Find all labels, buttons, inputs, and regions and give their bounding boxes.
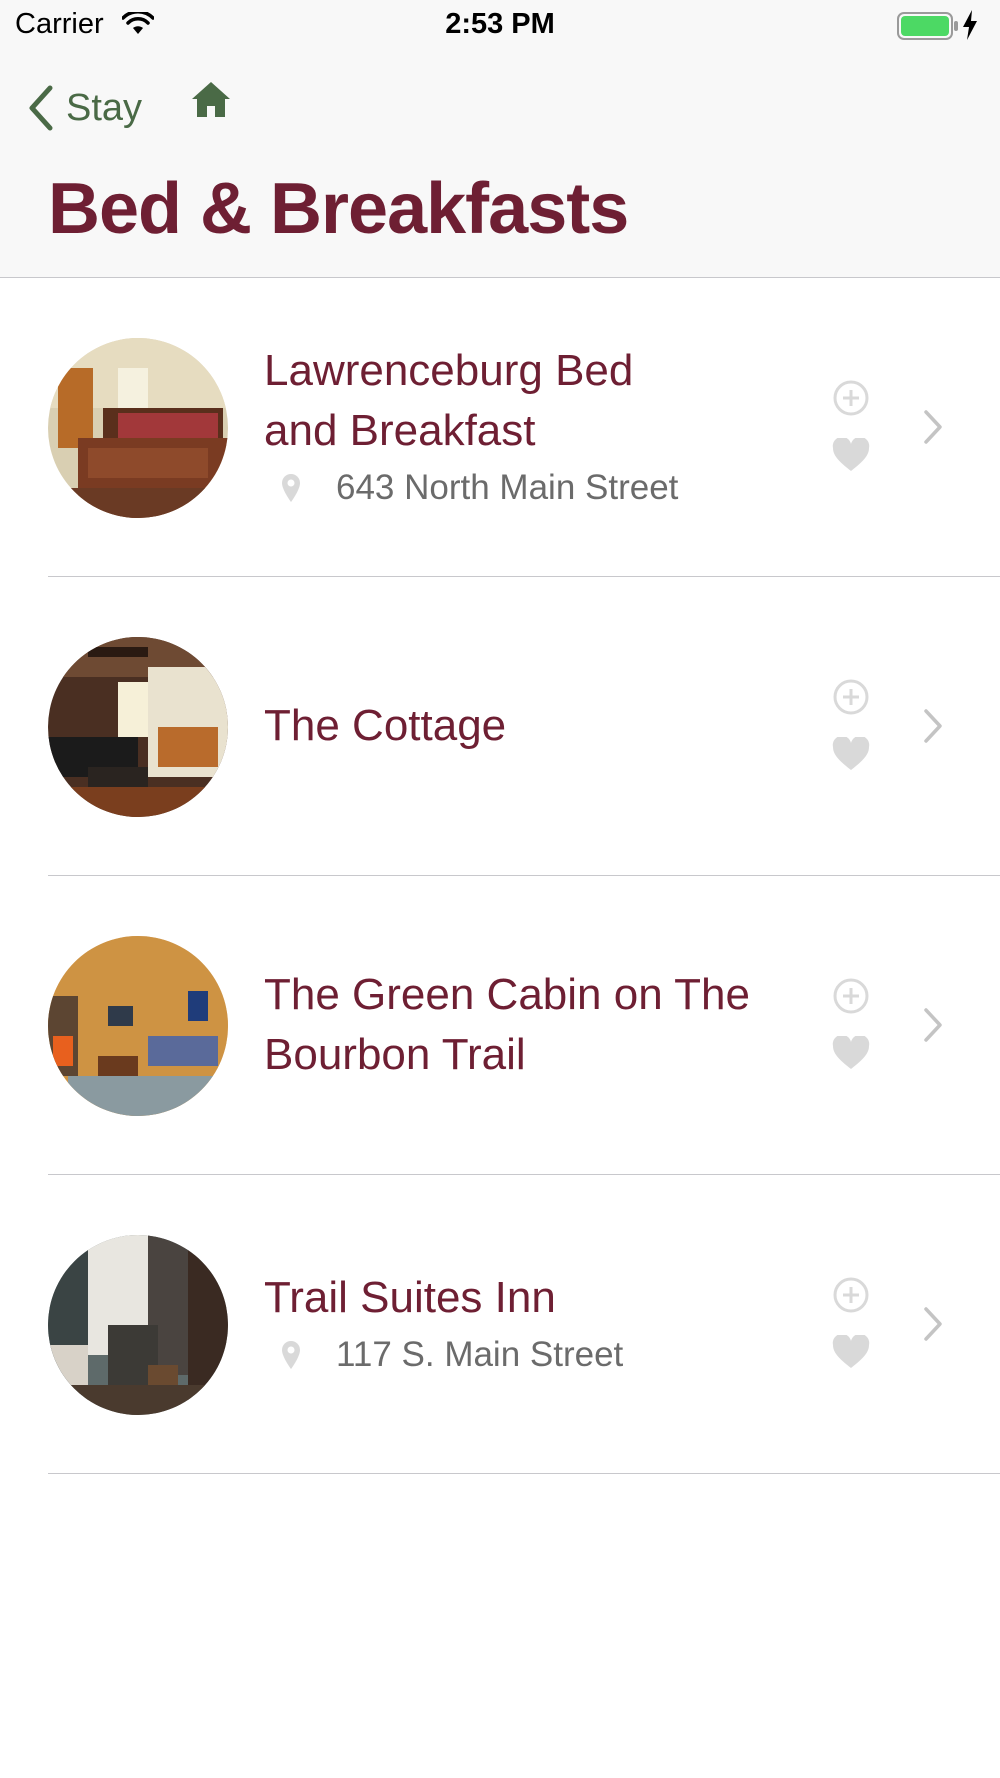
row-actions bbox=[832, 1175, 872, 1473]
location-pin-icon bbox=[282, 474, 300, 502]
listing-info: Lawrenceburg Bed and Breakfast 643 North… bbox=[264, 278, 824, 576]
list-item[interactable]: The Cottage bbox=[48, 577, 1000, 876]
status-bar: Carrier 2:53 PM bbox=[0, 0, 1000, 50]
listing-address: 117 S. Main Street bbox=[264, 1330, 824, 1380]
home-icon bbox=[192, 82, 230, 117]
location-pin-icon bbox=[282, 1341, 300, 1369]
page-title: Bed & Breakfasts bbox=[48, 169, 629, 249]
chevron-right-icon bbox=[924, 1307, 942, 1341]
battery-icon bbox=[897, 12, 959, 45]
navigation-bar: Stay Bed & Breakfasts bbox=[0, 50, 1000, 278]
listing-info: The Cottage bbox=[264, 577, 824, 875]
listing-photo bbox=[48, 936, 228, 1116]
add-circle-icon[interactable] bbox=[832, 379, 870, 417]
listing-info: The Green Cabin on The Bourbon Trail bbox=[264, 876, 824, 1174]
listing-name: The Cottage bbox=[264, 701, 507, 750]
listing-photo bbox=[48, 1235, 228, 1415]
charging-icon bbox=[962, 10, 978, 45]
row-actions bbox=[832, 876, 872, 1174]
chevron-right-icon bbox=[924, 410, 942, 444]
chevron-right-icon bbox=[924, 1008, 942, 1042]
home-button[interactable] bbox=[190, 80, 232, 123]
listing-photo bbox=[48, 637, 228, 817]
list-item[interactable]: Trail Suites Inn 117 S. Main Street bbox=[48, 1175, 1000, 1474]
row-actions bbox=[832, 577, 872, 875]
listing-list: Lawrenceburg Bed and Breakfast 643 North… bbox=[0, 278, 1000, 1474]
listing-info: Trail Suites Inn 117 S. Main Street bbox=[264, 1175, 824, 1473]
address-text: 643 North Main Street bbox=[336, 468, 679, 507]
add-circle-icon[interactable] bbox=[832, 1276, 870, 1314]
chevron-right-icon bbox=[924, 709, 942, 743]
back-button-label: Stay bbox=[66, 86, 143, 129]
back-button[interactable]: Stay bbox=[28, 78, 142, 138]
heart-icon[interactable] bbox=[832, 438, 870, 472]
heart-icon[interactable] bbox=[832, 1335, 870, 1369]
list-item[interactable]: Lawrenceburg Bed and Breakfast 643 North… bbox=[48, 278, 1000, 577]
listing-name: The Green Cabin on The Bourbon Trail bbox=[264, 970, 750, 1079]
address-text: 117 S. Main Street bbox=[336, 1335, 624, 1374]
listing-address: 643 North Main Street bbox=[264, 463, 824, 513]
list-item[interactable]: The Green Cabin on The Bourbon Trail bbox=[48, 876, 1000, 1175]
clock: 2:53 PM bbox=[445, 8, 555, 40]
add-circle-icon[interactable] bbox=[832, 977, 870, 1015]
heart-icon[interactable] bbox=[832, 737, 870, 771]
chevron-left-icon bbox=[29, 85, 53, 131]
listing-name: Lawrenceburg Bed and Breakfast bbox=[264, 346, 634, 455]
heart-icon[interactable] bbox=[832, 1036, 870, 1070]
row-actions bbox=[832, 278, 872, 576]
listing-name: Trail Suites Inn bbox=[264, 1273, 556, 1322]
add-circle-icon[interactable] bbox=[832, 678, 870, 716]
listing-photo bbox=[48, 338, 228, 518]
